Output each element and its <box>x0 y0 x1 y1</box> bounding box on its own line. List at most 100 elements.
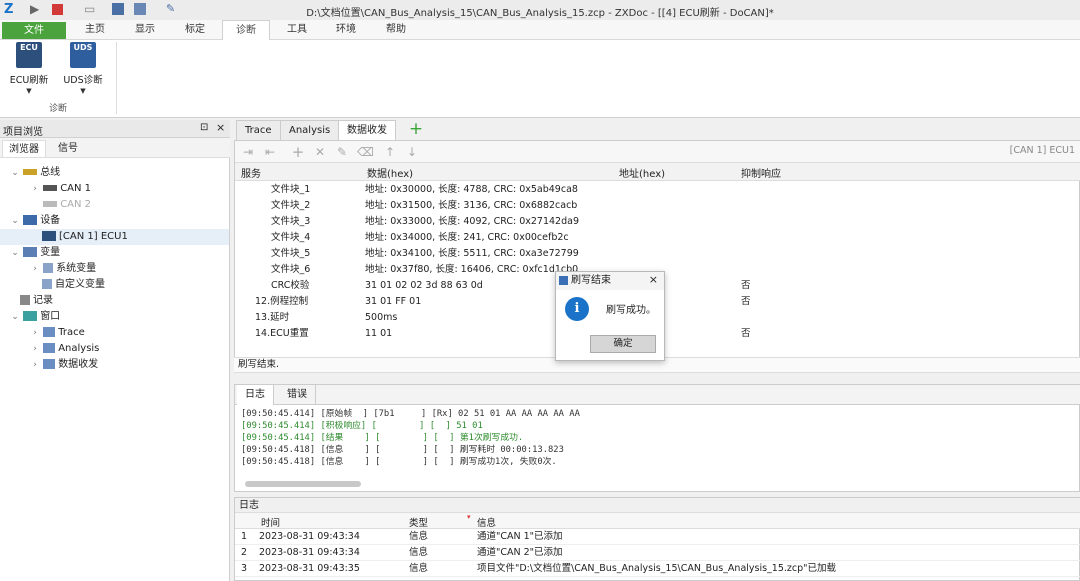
edit-icon[interactable]: ✎ <box>335 145 349 159</box>
ecu-select[interactable]: [CAN 1] ECU1 <box>1010 145 1075 156</box>
table-row[interactable]: 文件块_4 地址: 0x34000, 长度: 241, CRC: 0x00cefb… <box>235 230 1080 246</box>
col-data: 数据(hex) <box>367 169 414 180</box>
tree-item-can1[interactable]: › CAN 1 <box>0 181 229 197</box>
tree-item-system-variables[interactable]: › 系统变量 <box>0 261 229 277</box>
cell-time: 2023-08-31 09:43:34 <box>259 531 360 542</box>
table-row[interactable]: 文件块_3 地址: 0x33000, 长度: 4092, CRC: 0x27142… <box>235 214 1080 230</box>
tab-errors[interactable]: 错误 <box>279 385 316 405</box>
journal-row[interactable]: 1 2023-08-31 09:43:34 信息 通道"CAN 1"已添加 <box>235 529 1080 545</box>
project-browser-panel: 项目浏览 ⊡ × 浏览器 信号 ⌄ 总线 › CAN 1 CAN 2 ⌄ 设备 … <box>0 120 230 581</box>
tree-item-data-tx[interactable]: › 数据收发 <box>0 357 229 373</box>
browser-tabs: 浏览器 信号 <box>0 138 230 158</box>
tab-diagnostics[interactable]: 诊断 <box>222 20 270 40</box>
cell-data: 地址: 0x37f80, 长度: 16406, CRC: 0xfc1d1cb0 <box>365 264 579 275</box>
chevron-down-icon[interactable]: ⌄ <box>10 309 20 325</box>
cell-service: 文件块_2 <box>271 200 311 211</box>
tab-home[interactable]: 主页 <box>74 20 116 40</box>
chevron-right-icon[interactable]: › <box>30 181 40 197</box>
window-icon <box>43 327 56 337</box>
move-down-icon[interactable]: ↓ <box>405 145 419 159</box>
tree-item-custom-variables[interactable]: 自定义变量 <box>0 277 229 293</box>
table-row[interactable]: 文件块_1 地址: 0x30000, 长度: 4788, CRC: 0x5ab49… <box>235 182 1080 198</box>
ecu-flash-button[interactable]: ECU ECU刷新 ▼ <box>6 42 52 97</box>
tree-item-can2[interactable]: CAN 2 <box>0 197 229 213</box>
tab-help[interactable]: 帮助 <box>375 20 417 40</box>
tree-label: 变量 <box>40 247 61 258</box>
import-icon[interactable]: ⇥ <box>241 145 255 159</box>
chevron-right-icon[interactable]: › <box>30 261 40 277</box>
cell-time: 2023-08-31 09:43:35 <box>259 563 360 574</box>
tab-view[interactable]: 显示 <box>124 20 166 40</box>
uds-diagnostics-icon: UDS <box>70 42 96 68</box>
tab-trace[interactable]: Trace <box>236 120 281 140</box>
tree-item-bus[interactable]: ⌄ 总线 <box>0 165 229 181</box>
cell-data: 31 01 FF 01 <box>365 296 422 307</box>
export-icon[interactable]: ⇤ <box>263 145 277 159</box>
chevron-down-icon[interactable]: ⌄ <box>10 245 20 261</box>
chevron-right-icon[interactable]: › <box>30 341 40 357</box>
tab-browser[interactable]: 浏览器 <box>2 140 46 157</box>
tree-item-window[interactable]: ⌄ 窗口 <box>0 309 229 325</box>
tab-data-tx[interactable]: 数据收发 <box>338 120 396 140</box>
journal-row[interactable]: 3 2023-08-31 09:43:35 信息 项目文件"D:\文档位置\CAN_B… <box>235 561 1080 577</box>
cell-service: 文件块_6 <box>271 264 311 275</box>
log-line: [09:50:45.414] [原始帧 ] [7b1 ] [Rx] 02 51 … <box>241 409 580 419</box>
tree-item-variables[interactable]: ⌄ 变量 <box>0 245 229 261</box>
tab-calibration[interactable]: 标定 <box>174 20 216 40</box>
col-service: 服务 <box>241 169 261 180</box>
tab-environment[interactable]: 环境 <box>325 20 367 40</box>
dialog-close-icon[interactable]: × <box>649 273 658 286</box>
horizontal-scrollbar[interactable] <box>245 481 361 487</box>
project-browser-header: 项目浏览 ⊡ × <box>0 120 230 138</box>
journal-panel: 日志 时间 类型 ▾ 信息 1 2023-08-31 09:43:34 信息 通道"C… <box>234 497 1080 581</box>
cell-info: 通道"CAN 2"已添加 <box>477 547 563 558</box>
col-type: 类型 <box>409 518 429 529</box>
tab-analysis[interactable]: Analysis <box>280 120 340 140</box>
delete-icon[interactable]: ✕ <box>313 145 327 159</box>
ok-button[interactable]: 确定 <box>590 335 656 353</box>
uds-diagnostics-button[interactable]: UDS UDS诊断 ▼ <box>60 42 106 97</box>
cell-index: 3 <box>241 563 248 574</box>
chevron-down-icon[interactable]: ⌄ <box>10 213 20 229</box>
tree-item-record[interactable]: 记录 <box>0 293 229 309</box>
tab-tools[interactable]: 工具 <box>276 20 318 40</box>
file-menu-button[interactable]: 文件 <box>2 22 66 39</box>
window-title: D:\文档位置\CAN_Bus_Analysis_15\CAN_Bus_Anal… <box>306 8 774 19</box>
col-suppress: 抑制响应 <box>741 169 781 180</box>
tree-item-ecu1[interactable]: [CAN 1] ECU1 <box>0 229 229 245</box>
tree-label: 记录 <box>33 295 53 306</box>
tree-item-analysis[interactable]: › Analysis <box>0 341 229 357</box>
tree-item-trace[interactable]: › Trace <box>0 325 229 341</box>
ecu-flash-icon: ECU <box>16 42 42 68</box>
table-row[interactable]: 文件块_2 地址: 0x31500, 长度: 3136, CRC: 0x6882c… <box>235 198 1080 214</box>
tab-signals[interactable]: 信号 <box>52 140 84 157</box>
add-icon[interactable]: + <box>291 145 305 160</box>
col-info: 信息 <box>477 518 497 529</box>
tree-label: 窗口 <box>40 311 61 322</box>
move-up-icon[interactable]: ↑ <box>383 145 397 159</box>
bus-icon <box>23 169 38 175</box>
table-row[interactable]: 文件块_5 地址: 0x34100, 长度: 5511, CRC: 0xa3e72… <box>235 246 1080 262</box>
tree-item-device[interactable]: ⌄ 设备 <box>0 213 229 229</box>
cell-type: 信息 <box>409 563 429 574</box>
journal-row[interactable]: 2 2023-08-31 09:43:34 信息 通道"CAN 2"已添加 <box>235 545 1080 561</box>
tree-label: Trace <box>58 327 85 338</box>
window-icon <box>23 311 38 321</box>
title-bar: Z ▶ ▭ ✎ D:\文档位置\CAN_Bus_Analysis_15\CAN_… <box>0 0 1080 20</box>
cell-info: 项目文件"D:\文档位置\CAN_Bus_Analysis_15\CAN_Bus… <box>477 563 837 574</box>
chevron-right-icon[interactable]: › <box>30 357 40 373</box>
chevron-right-icon[interactable]: › <box>30 325 40 341</box>
clear-icon[interactable]: ⌫ <box>357 145 374 159</box>
pin-icon[interactable]: ⊡ <box>200 122 208 133</box>
tree-label: CAN 2 <box>60 199 92 210</box>
variable-icon <box>42 279 52 289</box>
can-channel-icon <box>43 201 58 207</box>
can-channel-icon <box>43 185 58 191</box>
tab-log[interactable]: 日志 <box>237 385 274 405</box>
add-tab-icon[interactable]: + <box>404 120 428 140</box>
cell-time: 2023-08-31 09:43:34 <box>259 547 360 558</box>
col-time: 时间 <box>261 518 281 529</box>
chevron-down-icon[interactable]: ⌄ <box>10 165 20 181</box>
dialog-app-icon <box>559 276 568 285</box>
close-icon[interactable]: × <box>216 121 225 134</box>
